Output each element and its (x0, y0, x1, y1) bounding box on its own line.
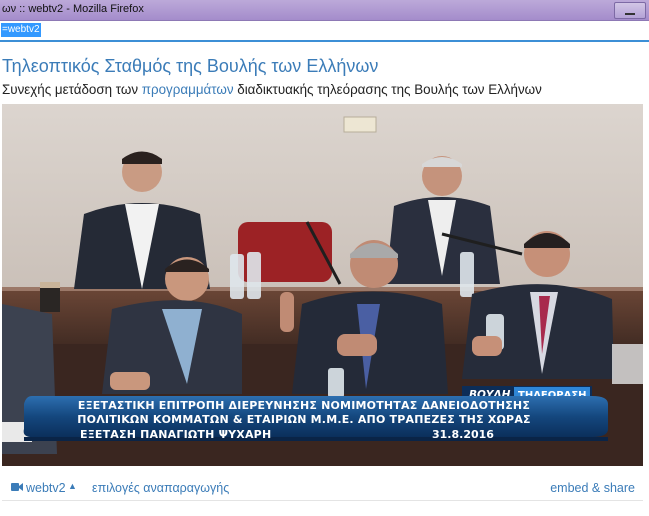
window-titlebar: ων :: webtv2 - Mozilla Firefox (0, 0, 649, 21)
embed-share-link[interactable]: embed & share (550, 481, 635, 495)
subtitle-text-end: διαδικτυακής τηλεόρασης της Βουλής των Ε… (233, 82, 542, 97)
caret-up-icon[interactable]: ▲ (68, 481, 77, 491)
caption-line-2: ΠΟΛΙΤΙΚΩΝ ΚΟΜΜΑΤΩΝ & ΕΤΑΙΡΙΩΝ Μ.Μ.Ε. ΑΠΟ… (77, 413, 531, 426)
page-title: Τηλεοπτικός Σταθμός της Βουλής των Ελλήν… (2, 56, 379, 76)
window-title: ων :: webtv2 - Mozilla Firefox (2, 3, 144, 15)
player-controls: webtv2 ▲ επιλογές αναπαραγωγής embed & s… (2, 476, 643, 500)
caption-line-3: ΕΞΕΤΑΣΗ ΠΑΝΑΓΙΩΤΗ ΨΥΧΑΡΗ (80, 428, 271, 441)
video-player[interactable]: ΒΟΥΛΗ ΤΗΛΕΟΡΑΣΗ ΕΞΕΤΑΣΤΙΚΗ ΕΠΙΤΡΟΠΗ ΔΙΕΡ… (2, 104, 643, 466)
video-camera-icon[interactable] (11, 481, 23, 495)
url-bar[interactable]: =webtv2 (0, 21, 649, 42)
caption-date: 31.8.2016 (432, 428, 494, 441)
video-frame[interactable]: ΒΟΥΛΗ ΤΗΛΕΟΡΑΣΗ ΕΞΕΤΑΣΤΙΚΗ ΕΠΙΤΡΟΠΗ ΔΙΕΡ… (2, 104, 643, 466)
subtitle-text-start: Συνεχής μετάδοση των (2, 82, 142, 97)
stream-selector[interactable]: webtv2 (26, 481, 66, 495)
programs-link[interactable]: προγραμμάτων (142, 82, 234, 97)
page-subtitle: Συνεχής μετάδοση των προγραμμάτων διαδικ… (2, 82, 542, 97)
minimize-button[interactable] (614, 2, 646, 19)
divider (2, 500, 643, 501)
caption-line-1: ΕΞΕΤΑΣΤΙΚΗ ΕΠΙΤΡΟΠΗ ΔΙΕΡΕΥΝΗΣΗΣ ΝΟΜΙΜΟΤΗ… (78, 399, 530, 412)
playback-options-link[interactable]: επιλογές αναπαραγωγής (92, 481, 229, 495)
url-selected-text[interactable]: =webtv2 (1, 23, 41, 37)
